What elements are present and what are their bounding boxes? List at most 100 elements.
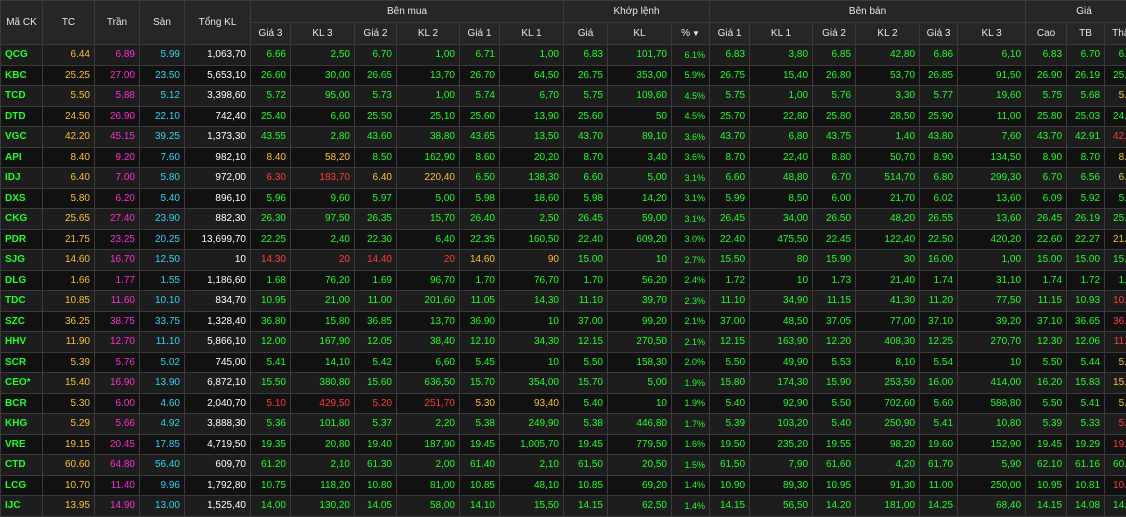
table-row[interactable]: DXS 5.80 6.20 5.40 896,10 5.96 9,60 5.97 5,00 5.9…: [0, 187, 1126, 209]
cell-symbol[interactable]: SJG: [0, 249, 43, 271]
cell-symbol[interactable]: HHV: [0, 331, 43, 353]
header-avg[interactable]: TB: [1066, 22, 1106, 45]
cell-symbol[interactable]: KHG: [0, 413, 43, 435]
cell-ask-price-1: 43.70: [709, 126, 751, 148]
cell-ceiling: 1.77: [94, 269, 140, 291]
header-match-vol[interactable]: KL: [607, 22, 672, 45]
price-board: Mã CK TC Trần Sàn Tổng KL Bên mua Khớp l…: [0, 0, 1126, 517]
cell-match-price: 14.15: [563, 495, 608, 517]
table-row[interactable]: QCG 6.44 6.89 5.99 1,063,70 6.66 2,50 6.70 1,00 6…: [0, 44, 1126, 66]
cell-bid-price-1: 26.40: [459, 208, 500, 230]
cell-ceiling: 6.89: [94, 44, 140, 66]
table-row[interactable]: CKG 25.65 27.40 23.90 882,30 26.30 97,50 26.35 1…: [0, 208, 1126, 230]
table-row[interactable]: IDJ 6.40 7.00 5.80 972,00 6.30 183,70 6.40 220,4…: [0, 167, 1126, 189]
cell-symbol[interactable]: DLG: [0, 269, 43, 291]
table-row[interactable]: KHG 5.29 5.66 4.92 3,888,30 5.36 101,80 5.37 2,2…: [0, 413, 1126, 435]
table-row[interactable]: BCR 5.30 6.00 4.60 2,040,70 5.10 429,50 5.20 251…: [0, 392, 1126, 414]
cell-symbol[interactable]: CTD: [0, 454, 43, 476]
header-ask-price-2[interactable]: Giá 2: [812, 22, 857, 45]
table-row[interactable]: TCD 5.50 5.88 5.12 3,398,60 5.72 95,00 5.73 1,00…: [0, 85, 1126, 107]
header-bid-vol-1[interactable]: KL 1: [499, 22, 564, 45]
table-row[interactable]: KBC 25.25 27.00 23.50 5,653,10 26.60 30,00 26.6…: [0, 64, 1126, 86]
table-row[interactable]: IJC 13.95 14.90 13.00 1,525,40 14.00 130,20 14.…: [0, 495, 1126, 517]
cell-symbol[interactable]: TCD: [0, 85, 43, 107]
header-ask-vol-3[interactable]: KL 3: [957, 22, 1027, 45]
cell-bid-price-3: 25.40: [250, 105, 291, 127]
table-row[interactable]: CTD 60.60 64.80 56.40 609,70 61.20 2,10 61.30 2,…: [0, 454, 1126, 476]
header-bid-price-3[interactable]: Giá 3: [250, 22, 291, 45]
cell-symbol[interactable]: DXS: [0, 187, 43, 209]
cell-high: 14.15: [1025, 495, 1068, 517]
cell-ask-vol-3: 19,60: [957, 85, 1027, 107]
table-row[interactable]: SCR 5.39 5.76 5.02 745,00 5.41 14,10 5.42 6,60 5.…: [0, 351, 1126, 373]
header-ask-price-1[interactable]: Giá 1: [709, 22, 751, 45]
header-ceiling[interactable]: Trần: [94, 0, 140, 45]
header-bid-price-2[interactable]: Giá 2: [354, 22, 397, 45]
cell-symbol[interactable]: QCG: [0, 44, 43, 66]
header-bid-vol-2[interactable]: KL 2: [396, 22, 460, 45]
cell-bid-price-2: 22.30: [354, 228, 397, 250]
cell-symbol[interactable]: CEO*: [0, 372, 43, 394]
header-match-percent[interactable]: % ▼: [670, 22, 711, 45]
cell-ask-vol-2: 21,70: [855, 187, 921, 209]
cell-ask-price-3: 25.90: [919, 105, 959, 127]
table-row[interactable]: CEO* 15.40 16.90 13.90 6,872,10 15.50 380,80 15…: [0, 372, 1126, 394]
table-row[interactable]: DLG 1.66 1.77 1.55 1,186,60 1.68 76,20 1.69 96,7…: [0, 269, 1126, 291]
sort-desc-icon[interactable]: ▼: [692, 29, 700, 38]
cell-symbol[interactable]: LCG: [0, 474, 43, 496]
table-row[interactable]: SJG 14.60 16.70 12.50 10 14.30 20 14.40 20 14.60 9…: [0, 249, 1126, 271]
cell-symbol[interactable]: SZC: [0, 310, 43, 332]
cell-ask-vol-1: 89,30: [749, 474, 814, 496]
cell-match-price: 37.00: [563, 310, 608, 332]
cell-match-price: 15.00: [563, 249, 608, 271]
cell-symbol[interactable]: KBC: [0, 64, 43, 86]
header-ask-vol-1[interactable]: KL 1: [749, 22, 814, 45]
cell-ask-vol-2: 1,40: [855, 126, 921, 148]
table-row[interactable]: VGC 42.20 45.15 39.25 1,373,30 43.55 2,80 43.60…: [0, 126, 1126, 148]
header-ref[interactable]: TC: [42, 0, 95, 45]
header-match-price[interactable]: Giá: [563, 22, 608, 45]
cell-symbol[interactable]: CKG: [0, 208, 43, 230]
cell-total-volume: 1,063,70: [184, 44, 251, 66]
cell-ceiling: 11.40: [94, 474, 140, 496]
cell-symbol[interactable]: PDR: [0, 228, 43, 250]
cell-symbol[interactable]: VGC: [0, 126, 43, 148]
table-row[interactable]: HHV 11.90 12.70 11.10 5,866,10 12.00 167,90 12.…: [0, 331, 1126, 353]
header-bid-price-1[interactable]: Giá 1: [459, 22, 500, 45]
cell-symbol[interactable]: TDC: [0, 290, 43, 312]
cell-symbol[interactable]: API: [0, 146, 43, 168]
table-row[interactable]: TDC 10.85 11.60 10.10 834,70 10.95 21,00 11.00 2…: [0, 290, 1126, 312]
cell-symbol[interactable]: VRE: [0, 433, 43, 455]
header-floor[interactable]: Sàn: [139, 0, 185, 45]
table-row[interactable]: LCG 10.70 11.40 9.96 1,792,80 10.75 118,20 10.8…: [0, 474, 1126, 496]
cell-symbol[interactable]: SCR: [0, 351, 43, 373]
header-bid-vol-3[interactable]: KL 3: [290, 22, 355, 45]
cell-ref: 25.65: [42, 208, 95, 230]
header-low[interactable]: Thấp: [1104, 22, 1126, 45]
cell-low: 5.30: [1104, 392, 1126, 414]
table-row[interactable]: DTD 24.50 26.90 22.10 742,40 25.40 6,60 25.50 25…: [0, 105, 1126, 127]
cell-ask-vol-3: 31,10: [957, 269, 1027, 291]
header-total-volume[interactable]: Tổng KL: [184, 0, 251, 45]
header-symbol[interactable]: Mã CK: [0, 0, 43, 45]
cell-bid-price-3: 26.60: [250, 64, 291, 86]
cell-bid-vol-3: 95,00: [290, 85, 355, 107]
table-row[interactable]: VRE 19.15 20.45 17.85 4,719,50 19.35 20,80 19.4…: [0, 433, 1126, 455]
cell-ask-price-1: 15.80: [709, 372, 751, 394]
header-ask-vol-2[interactable]: KL 2: [855, 22, 921, 45]
cell-match-price: 15.70: [563, 372, 608, 394]
table-row[interactable]: API 8.40 9.20 7.60 982,10 8.40 58,20 8.50 162,90…: [0, 146, 1126, 168]
cell-match-price: 11.10: [563, 290, 608, 312]
header-ask-price-3[interactable]: Giá 3: [919, 22, 959, 45]
cell-bid-vol-1: 1,00: [499, 44, 564, 66]
cell-floor: 1.55: [139, 269, 185, 291]
cell-symbol[interactable]: BCR: [0, 392, 43, 414]
header-high[interactable]: Cao: [1025, 22, 1068, 45]
cell-symbol[interactable]: IJC: [0, 495, 43, 517]
cell-symbol[interactable]: IDJ: [0, 167, 43, 189]
table-row[interactable]: SZC 36.25 38.75 33.75 1,328,40 36.80 15,80 36.8…: [0, 310, 1126, 332]
cell-bid-vol-3: 101,80: [290, 413, 355, 435]
cell-symbol[interactable]: DTD: [0, 105, 43, 127]
table-row[interactable]: PDR 21.75 23.25 20.25 13,699,70 22.25 2,40 22.3…: [0, 228, 1126, 250]
cell-floor: 23.90: [139, 208, 185, 230]
